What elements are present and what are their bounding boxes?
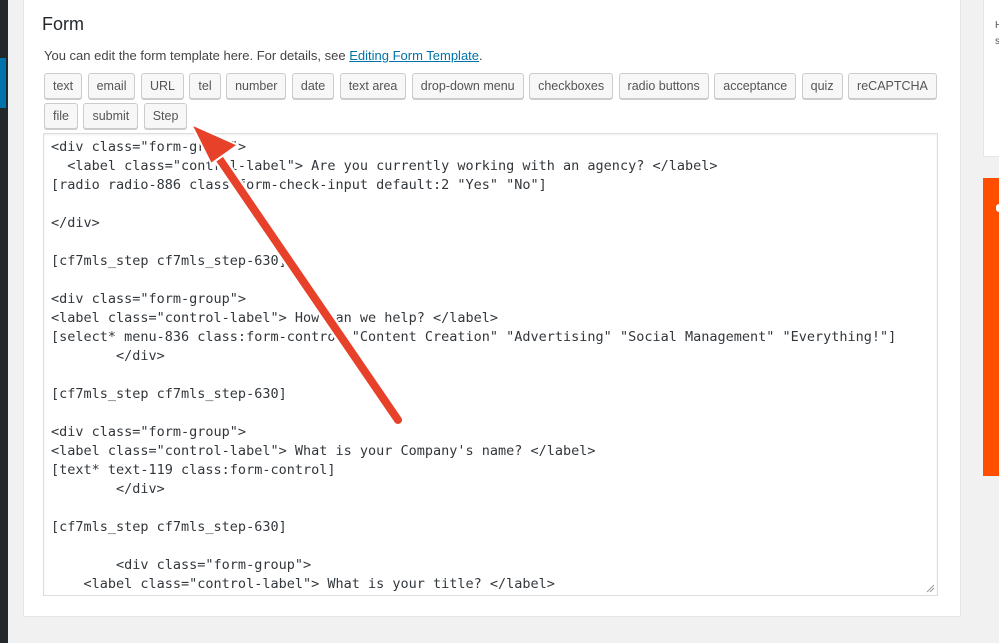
sidebar-active-indicator bbox=[0, 58, 6, 108]
form-template-editor[interactable]: <div class="form-group"> <label class="c… bbox=[43, 133, 938, 596]
template-line: [radio radio-886 class:form-check-input … bbox=[51, 177, 547, 193]
template-line: <div class="form-group"> bbox=[51, 424, 247, 440]
tag-button-email[interactable]: email bbox=[87, 73, 136, 99]
panel-description: You can edit the form template here. For… bbox=[44, 48, 483, 63]
tag-button-date[interactable]: date bbox=[291, 73, 335, 99]
resize-handle-icon[interactable] bbox=[925, 583, 935, 593]
tag-button-url[interactable]: URL bbox=[140, 73, 184, 99]
template-line bbox=[51, 404, 930, 423]
template-line bbox=[51, 366, 930, 385]
form-template-code[interactable]: <div class="form-group"> <label class="c… bbox=[44, 134, 937, 595]
tag-button-checkboxes[interactable]: checkboxes bbox=[529, 73, 614, 99]
template-line: [cf7mls_step cf7mls_step-630] bbox=[51, 386, 287, 402]
template-line: <label class="control-label"> How can we… bbox=[51, 310, 499, 326]
panel-title: Form bbox=[42, 14, 84, 34]
template-line: [cf7mls_step cf7mls_step-630] bbox=[51, 519, 287, 535]
tag-button-text-area[interactable]: text area bbox=[339, 73, 407, 99]
tag-button-file[interactable]: file bbox=[44, 103, 78, 129]
template-line: <label class="control-label"> Are you cu… bbox=[51, 158, 718, 174]
tag-button-quiz[interactable]: quiz bbox=[801, 73, 843, 99]
template-line: </div> bbox=[51, 215, 100, 231]
form-panel: Form You can edit the form template here… bbox=[23, 0, 961, 617]
template-line: <div class="form-group"> bbox=[51, 291, 247, 307]
template-line: <label class="control-label"> What is yo… bbox=[51, 576, 555, 592]
editing-form-template-link[interactable]: Editing Form Template bbox=[349, 48, 479, 63]
tag-button-submit[interactable]: submit bbox=[83, 103, 139, 129]
template-line: [cf7mls_step cf7mls_step-630] bbox=[51, 253, 287, 269]
tag-button-number[interactable]: number bbox=[226, 73, 287, 99]
template-line bbox=[51, 271, 930, 290]
template-line bbox=[51, 537, 930, 556]
template-line bbox=[51, 195, 930, 214]
description-end: . bbox=[479, 48, 483, 63]
template-line: <label class="control-label"> What is yo… bbox=[51, 443, 596, 459]
template-line bbox=[51, 233, 930, 252]
template-line: [select* menu-836 class:form-control "Co… bbox=[51, 329, 897, 345]
admin-sidebar bbox=[0, 0, 8, 643]
tag-button-tel[interactable]: tel bbox=[189, 73, 221, 99]
template-line: </div> bbox=[51, 348, 165, 364]
template-line: </div> bbox=[51, 481, 165, 497]
side-meta-box: H s bbox=[983, 0, 999, 157]
tag-button-text[interactable]: text bbox=[44, 73, 83, 99]
tag-button-acceptance[interactable]: acceptance bbox=[714, 73, 797, 99]
tag-button-recaptcha[interactable]: reCAPTCHA bbox=[848, 73, 937, 99]
side-box-text: H s bbox=[995, 18, 999, 50]
description-text: You can edit the form template here. For… bbox=[44, 48, 350, 63]
template-line: <div class="form-group"> bbox=[51, 557, 312, 573]
template-line: [text* text-119 class:form-control] bbox=[51, 462, 336, 478]
template-line bbox=[51, 499, 930, 518]
tag-button-radio-buttons[interactable]: radio buttons bbox=[618, 73, 709, 99]
tag-button-drop-down-menu[interactable]: drop-down menu bbox=[411, 73, 524, 99]
side-promo-banner[interactable] bbox=[983, 178, 999, 476]
tag-generator-buttons: text email URL tel number date text area… bbox=[44, 73, 944, 133]
template-line: <div class="form-group"> bbox=[51, 139, 247, 155]
tag-button-step[interactable]: Step bbox=[143, 103, 188, 129]
